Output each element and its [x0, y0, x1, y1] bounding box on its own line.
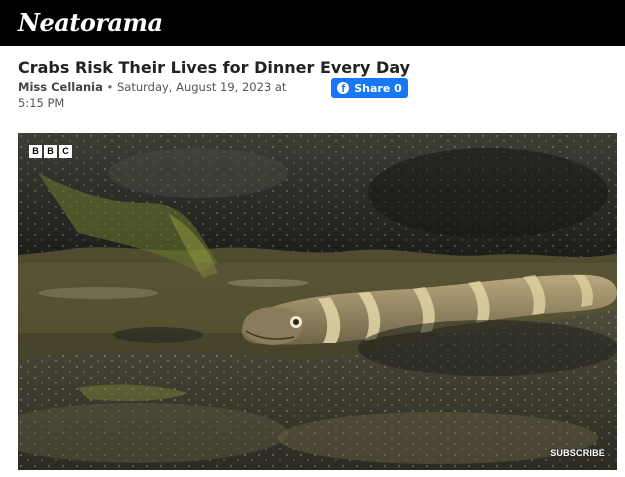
site-header: Neatorama	[0, 0, 625, 46]
site-logo[interactable]: Neatorama	[18, 11, 163, 35]
facebook-share-button[interactable]: f Share 0	[331, 78, 408, 98]
subscribe-button[interactable]: SUBSCRIBE	[550, 448, 605, 458]
bbc-logo: B B C	[29, 145, 72, 158]
bbc-letter: C	[59, 145, 72, 158]
byline-separator: •	[106, 80, 114, 94]
video-player[interactable]: B B C SUBSCRIBE	[18, 133, 617, 470]
bbc-letter: B	[29, 145, 42, 158]
article-byline: Miss Cellania • Saturday, August 19, 202…	[18, 80, 308, 111]
bbc-letter: B	[44, 145, 57, 158]
author-link[interactable]: Miss Cellania	[18, 80, 103, 94]
article-title: Crabs Risk Their Lives for Dinner Every …	[18, 58, 411, 77]
video-frame	[18, 133, 617, 470]
facebook-icon: f	[337, 82, 350, 94]
share-button-label: Share 0	[354, 81, 402, 95]
